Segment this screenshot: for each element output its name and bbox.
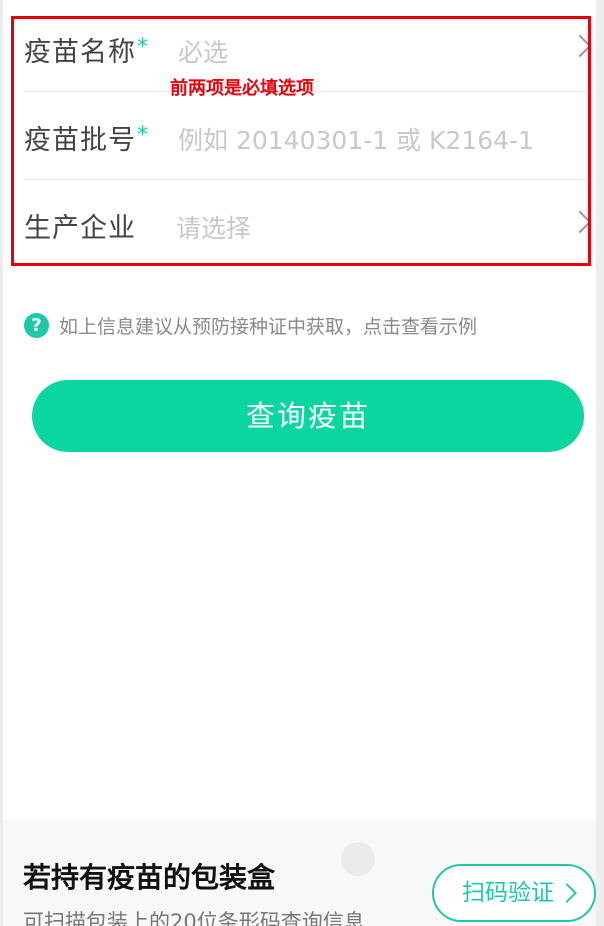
right-edge bbox=[596, 0, 604, 926]
vaccine-batch-label: 疫苗批号* bbox=[24, 123, 149, 156]
query-vaccine-button[interactable]: 查询疫苗 bbox=[32, 380, 584, 452]
vaccine-name-label: 疫苗名称* bbox=[24, 35, 149, 68]
hint-text[interactable]: 如上信息建议从预防接种证中获取，点击查看示例 bbox=[59, 312, 477, 339]
vaccine-batch-input[interactable]: 例如 20140301-1 或 K2164-1 bbox=[178, 121, 534, 157]
example-hint[interactable]: ? 如上信息建议从预防接种证中获取，点击查看示例 bbox=[24, 312, 477, 339]
manufacturer-select[interactable]: 请选择 bbox=[176, 209, 251, 245]
package-scan-section: 若持有疫苗的包装盒 可扫描包装上的20位条形码查询信息 扫码验证 bbox=[3, 820, 596, 926]
required-mark: * bbox=[137, 35, 149, 60]
chevron-right-icon bbox=[557, 883, 577, 903]
chevron-right-icon bbox=[568, 210, 592, 234]
manufacturer-row[interactable]: 生产企业 请选择 bbox=[24, 180, 592, 267]
annotation-text: 前两项是必填选项 bbox=[170, 78, 314, 99]
required-mark: * bbox=[137, 123, 149, 148]
scan-verify-label: 扫码验证 bbox=[462, 880, 554, 906]
vaccine-query-page: 疫苗名称* 必选 疫苗批号* 例如 20140301-1 或 K2164-1 生… bbox=[0, 0, 604, 926]
package-section-title: 若持有疫苗的包装盒 bbox=[23, 861, 276, 894]
left-edge bbox=[0, 0, 3, 926]
question-icon: ? bbox=[24, 313, 49, 338]
vaccine-form: 疫苗名称* 必选 疫苗批号* 例如 20140301-1 或 K2164-1 生… bbox=[24, 4, 592, 267]
manufacturer-label: 生产企业 bbox=[24, 213, 136, 244]
scan-verify-button[interactable]: 扫码验证 bbox=[432, 864, 596, 922]
chevron-right-icon bbox=[568, 34, 592, 58]
vaccine-batch-row[interactable]: 疫苗批号* 例如 20140301-1 或 K2164-1 bbox=[24, 92, 586, 180]
watermark-logo bbox=[341, 842, 375, 876]
package-section-subtitle: 可扫描包装上的20位条形码查询信息 bbox=[23, 910, 365, 926]
vaccine-name-select[interactable]: 必选 bbox=[178, 33, 228, 69]
